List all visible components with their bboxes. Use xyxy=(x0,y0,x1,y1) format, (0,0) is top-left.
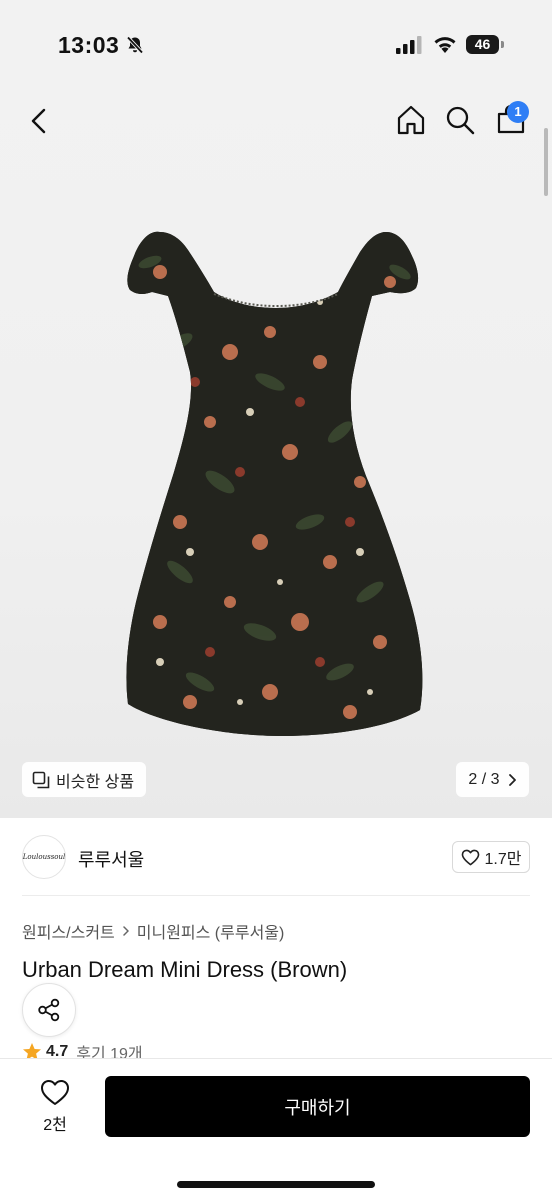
battery-cap xyxy=(501,41,504,48)
cellular-signal-icon xyxy=(396,36,422,54)
share-button[interactable] xyxy=(22,983,76,1037)
buy-button[interactable]: 구매하기 xyxy=(105,1076,530,1137)
chevron-right-icon xyxy=(123,926,129,936)
product-photo xyxy=(126,231,423,737)
copy-icon xyxy=(32,771,50,788)
similar-products-button[interactable]: 비슷한 상품 xyxy=(22,762,147,797)
heart-icon[interactable] xyxy=(40,1079,70,1106)
battery-icon: 46 xyxy=(466,35,504,55)
divider xyxy=(22,895,530,896)
buy-button-label: 구매하기 xyxy=(284,1097,351,1118)
share-icon xyxy=(38,998,60,1022)
seller-name[interactable]: 루루서울 xyxy=(78,846,144,872)
heart-icon xyxy=(461,849,479,865)
breadcrumb: 원피스/스커트 미니원피스 (루루서울) xyxy=(22,919,284,943)
status-bar: 13:03 46 xyxy=(0,0,552,90)
home-indicator[interactable] xyxy=(177,1181,375,1188)
wifi-icon xyxy=(434,37,456,53)
product-image-gallery[interactable]: 13:03 46 1 비슷한 상품 2 / 3 xyxy=(0,0,552,818)
chevron-right-icon xyxy=(508,773,516,786)
battery-level: 46 xyxy=(474,36,491,52)
page-indicator-text: 2 / 3 xyxy=(468,770,500,788)
cart-count-badge: 1 xyxy=(507,101,529,123)
status-time: 13:03 xyxy=(58,32,120,58)
seller-logo[interactable]: Louloussoul xyxy=(22,835,66,879)
image-page-indicator[interactable]: 2 / 3 xyxy=(456,762,529,797)
product-title: Urban Dream Mini Dress (Brown) xyxy=(22,957,348,982)
seller-logo-text: Louloussoul xyxy=(22,853,66,861)
breadcrumb-subcategory[interactable]: 미니원피스 (루루서울) xyxy=(137,919,285,943)
store-like-button[interactable]: 1.7만 xyxy=(452,841,530,873)
scrollbar-thumb[interactable] xyxy=(544,128,548,196)
search-icon[interactable] xyxy=(444,104,476,136)
chevron-left-icon[interactable] xyxy=(24,104,56,138)
wishlist-count[interactable]: 2천 xyxy=(30,1111,80,1135)
breadcrumb-category[interactable]: 원피스/스커트 xyxy=(22,919,115,943)
bell-slash-icon xyxy=(126,36,144,54)
similar-products-label: 비슷한 상품 xyxy=(56,773,135,791)
home-icon[interactable] xyxy=(394,103,428,137)
store-like-count: 1.7만 xyxy=(484,851,522,868)
